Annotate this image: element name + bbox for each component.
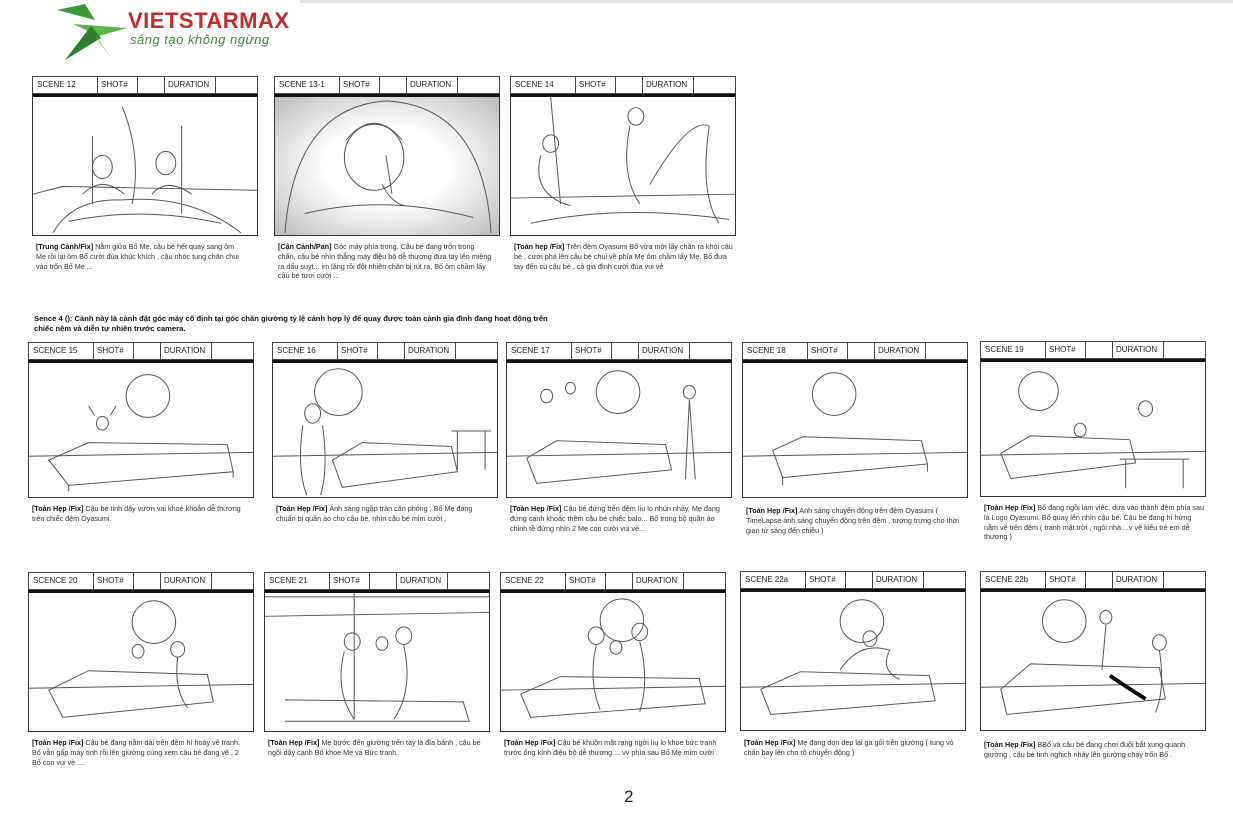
brand-tagline: sáng tạo không ngừng [130,32,270,47]
scene-header: SCENE 13-1 SHOT# DURATION [274,76,500,94]
scene-id: SCENE 16 [277,346,316,355]
shot-type: [Toàn hẹp /Fix] [514,242,565,251]
shot-type: [Toàn Hẹp /Fix] [504,738,556,747]
scene-id: SCENE 13-1 [279,80,325,89]
shot-type: [Cận Cảnh/Pan] [278,242,332,251]
duration-label: DURATION [168,80,210,89]
shot-label: SHOT# [101,80,128,89]
storyboard-sketch [980,589,1206,731]
duration-label: DURATION [164,346,206,355]
scene-header: SCENE 17 SHOT# DURATION [506,342,732,360]
shot-label: SHOT# [333,576,360,585]
shot-type: [Toàn Hẹp /Fix] [746,506,798,515]
brand-name: VIETSTARMAX [128,8,290,33]
shot-label: SHOT# [97,346,124,355]
storyboard-sketch [272,360,498,498]
page-number: 2 [624,787,634,806]
star-logo-icon [57,4,127,60]
shot-type: [Toàn Hẹp /Fix] [984,740,1036,749]
scene-header: SCENE 22b SHOT# DURATION [980,571,1206,589]
scene-id: SCENE 22b [985,575,1029,584]
scene-header: SCENCE 20 SHOT# DURATION [28,572,254,590]
scene-id: SCENE 22 [505,576,544,585]
shot-label: SHOT# [343,80,370,89]
storyboard-sketch [740,589,966,731]
storyboard-sketch [510,94,736,236]
storyboard-sketch [274,94,500,236]
shot-label: SHOT# [575,346,602,355]
scene-description: [Toàn Hẹp /Fix] Mẹ đang dọn dẹp lại ga g… [744,738,954,757]
scene-description: [Toàn Hẹp /Fix] Cậu bé tỉnh dậy vươn vai… [32,504,241,523]
shot-label: SHOT# [97,576,124,585]
storyboard-sketch [980,359,1206,497]
top-rule [300,0,1233,3]
scene-header: SCENE 22a SHOT# DURATION [740,571,966,589]
scene-description: [Toàn Hẹp /Fix] Bố đang ngồi làm việc, d… [984,503,1205,542]
shot-label: SHOT# [579,80,606,89]
duration-label: DURATION [408,346,450,355]
scene-id: SCENE 19 [985,345,1024,354]
storyboard-sketch [28,360,254,498]
scene-header: SCENE 16 SHOT# DURATION [272,342,498,360]
duration-label: DURATION [876,575,918,584]
storyboard-sketch [32,94,258,236]
scene-header: SCENE 14 SHOT# DURATION [510,76,736,94]
scene-header: SCENE 21 SHOT# DURATION [264,572,490,590]
shot-type: [Toàn Hẹp /Fix] [984,503,1036,512]
scene-header: SCENE 12 SHOT# DURATION [32,76,258,94]
scene-id: SCENE 22a [745,575,789,584]
scene-header: SCENE 22 SHOT# DURATION [500,572,726,590]
duration-label: DURATION [410,80,452,89]
scene-id: SCENE 12 [37,80,76,89]
shot-type: [Toàn Hẹp /Fix] [276,504,328,513]
scene-id: SCENCE 20 [33,576,78,585]
scene-id: SCENE 21 [269,576,308,585]
shot-type: [Toàn Hẹp /Fix] [510,504,562,513]
scene-description: [Toàn Hẹp /Fix] BBố và cậu bé đang chơi … [984,740,1186,759]
sequence-note: Sence 4 (): Cảnh này là cảnh đặt góc máy… [34,314,548,333]
duration-label: DURATION [400,576,442,585]
duration-label: DURATION [164,576,206,585]
scene-id: SCENCE 15 [33,346,78,355]
storyboard-sketch [742,360,968,498]
scene-header: SCENE 18 SHOT# DURATION [742,342,968,360]
shot-type: [Trung Cảnh/Fix] [36,242,94,251]
shot-type: [Toàn Hẹp /Fix] [744,738,796,747]
scene-description: [Cận Cảnh/Pan] Góc máy phía trong. Cậu b… [278,242,492,281]
shot-label: SHOT# [341,346,368,355]
storyboard-sketch [28,590,254,732]
shot-type: [Toàn Hẹp /Fix] [32,504,84,513]
shot-label: SHOT# [1049,575,1076,584]
shot-label: SHOT# [1049,345,1076,354]
duration-label: DURATION [636,576,678,585]
shot-label: SHOT# [809,575,836,584]
storyboard-sketch [500,590,726,732]
storyboard-sketch [506,360,732,498]
scene-id: SCENE 18 [747,346,786,355]
scene-header: SCENE 19 SHOT# DURATION [980,341,1206,359]
scene-id: SCENE 14 [515,80,554,89]
scene-description: [Toàn Hẹp /Fix] Cậu bé đứng trên đệm líu… [510,504,720,533]
scene-id: SCENE 17 [511,346,550,355]
duration-label: DURATION [1116,575,1158,584]
duration-label: DURATION [642,346,684,355]
scene-description: [Toàn hẹp /Fix] Trên đệm Oyasumi Bố vừa … [514,242,733,271]
scene-description: [Trung Cảnh/Fix] Nằm giữa Bố Mẹ, cậu bé … [36,242,239,271]
scene-description: [Toàn Hẹp /Fix] Mẹ bước đến giường trên … [268,738,481,757]
scene-description: [Toàn Hẹp /Fix] Ánh sáng ngập tràn căn p… [276,504,473,523]
scene-header: SCENCE 15 SHOT# DURATION [28,342,254,360]
shot-type: [Toàn Hẹp /Fix] [268,738,320,747]
duration-label: DURATION [646,80,688,89]
scene-description: [Toàn Hẹp /Fix] Cậu bé khuôn mặt rạng ng… [504,738,718,757]
scene-description: [Toàn Hẹp /Fix] Ánh sáng chuyển động trê… [746,506,959,535]
shot-type: [Toàn Hẹp /Fix] [32,738,84,747]
duration-label: DURATION [1116,345,1158,354]
scene-description: [Toàn Hẹp /Fix] Cậu bé đang nằm dài trên… [32,738,241,767]
duration-label: DURATION [878,346,920,355]
shot-label: SHOT# [811,346,838,355]
storyboard-sketch [264,590,490,732]
shot-label: SHOT# [569,576,596,585]
